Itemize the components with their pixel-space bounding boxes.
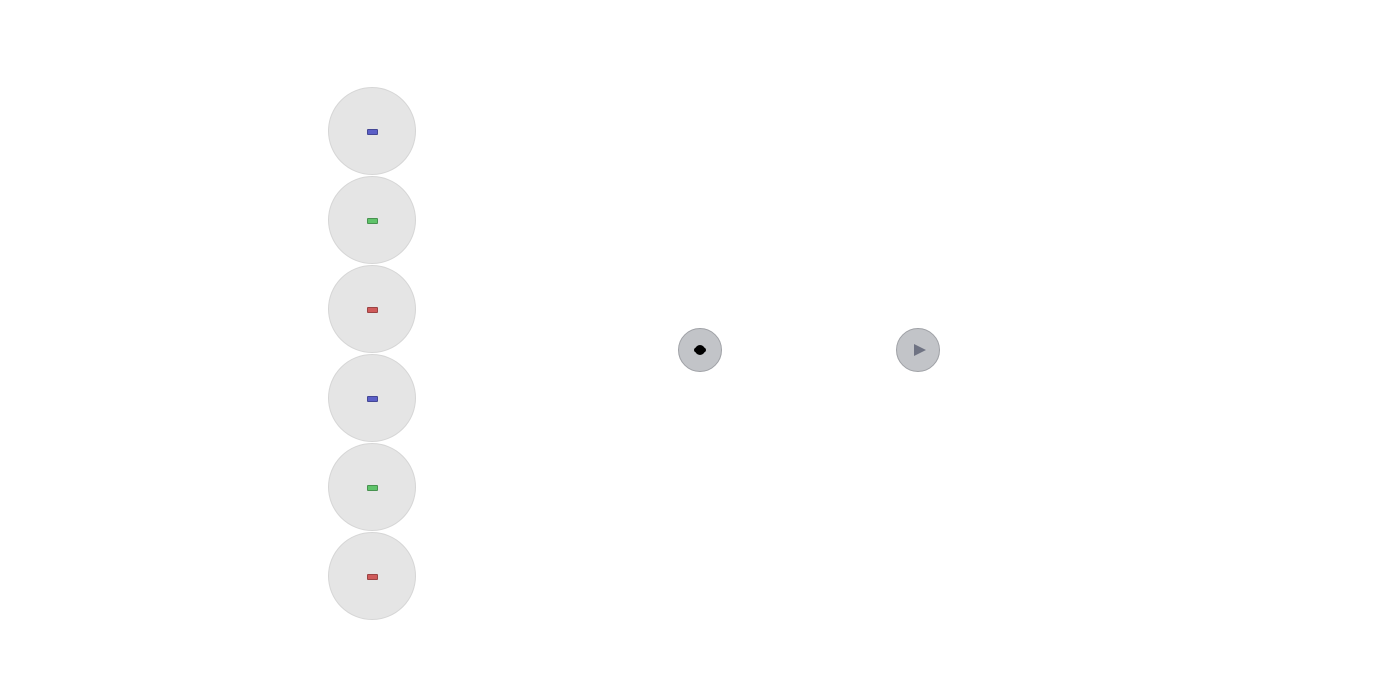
play-triangle-icon xyxy=(914,344,926,356)
pad-slot[interactable] xyxy=(328,443,416,531)
pad-slot[interactable] xyxy=(328,354,416,442)
record-dot-icon xyxy=(694,345,706,355)
record-button[interactable] xyxy=(678,328,722,372)
red-chip-icon xyxy=(367,574,378,580)
pad-column xyxy=(328,87,416,621)
red-chip-icon xyxy=(367,307,378,313)
game-stage xyxy=(0,0,1400,700)
pad-slot[interactable] xyxy=(328,532,416,620)
play-button[interactable] xyxy=(896,328,940,372)
green-chip-icon xyxy=(367,218,378,224)
green-chip-icon xyxy=(367,485,378,491)
blue-chip-icon xyxy=(367,129,378,135)
pad-slot[interactable] xyxy=(328,176,416,264)
pad-slot[interactable] xyxy=(328,87,416,175)
pad-slot[interactable] xyxy=(328,265,416,353)
blue-chip-icon xyxy=(367,396,378,402)
